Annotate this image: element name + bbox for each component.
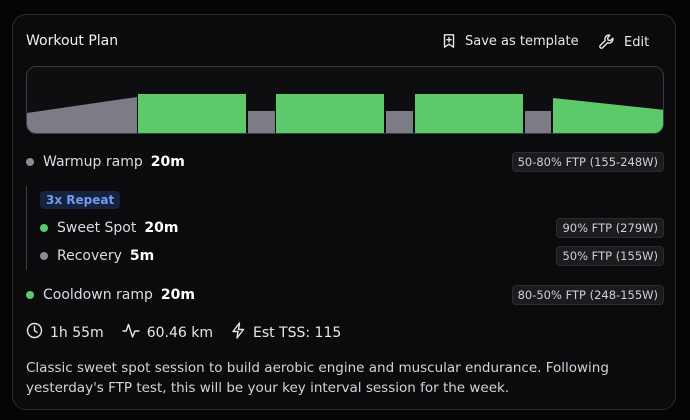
work-dot xyxy=(40,224,48,232)
step-duration: 20m xyxy=(160,287,195,303)
step-duration: 5m xyxy=(129,248,155,264)
step-recovery: Recovery 5m 50% FTP (155W) xyxy=(40,245,664,267)
sweet-spot-block-1 xyxy=(138,94,246,133)
step-label: Sweet Spot xyxy=(57,220,137,236)
step-cooldown: Cooldown ramp 20m 80-50% FTP (248-155W) xyxy=(26,284,664,306)
edit-button[interactable]: Edit xyxy=(598,33,649,51)
workout-profile-chart xyxy=(26,66,664,134)
save-as-template-label: Save as template xyxy=(465,33,579,49)
wrench-icon xyxy=(598,33,616,51)
repeat-badge: 3x Repeat xyxy=(40,191,121,209)
recovery-block-2 xyxy=(386,111,413,133)
step-label: Recovery xyxy=(57,248,122,264)
rest-dot xyxy=(40,252,48,260)
lightning-icon xyxy=(231,322,246,343)
edit-label: Edit xyxy=(624,34,650,50)
bookmark-plus-icon xyxy=(441,33,457,49)
step-label: Warmup ramp xyxy=(43,154,143,170)
tss-value: Est TSS: 115 xyxy=(252,324,342,341)
step-label: Cooldown ramp xyxy=(43,287,153,303)
recovery-block-3 xyxy=(525,111,551,133)
step-target-badge: 50-80% FTP (155-248W) xyxy=(511,152,664,172)
save-as-template-button[interactable]: Save as template xyxy=(441,33,579,49)
warmup-ramp-block xyxy=(27,97,137,133)
duration-value: 1h 55m xyxy=(50,324,104,341)
workout-stats: 1h 55m 60.46 km Est TSS: 115 xyxy=(26,322,359,343)
rest-dot xyxy=(26,158,34,166)
step-duration: 20m xyxy=(144,220,179,236)
step-sweet-spot: Sweet Spot 20m 90% FTP (279W) xyxy=(40,217,664,239)
sweet-spot-block-3 xyxy=(415,94,523,133)
step-target-badge: 80-50% FTP (248-155W) xyxy=(511,285,664,305)
clock-icon xyxy=(26,322,43,343)
distance-value: 60.46 km xyxy=(146,324,213,341)
recovery-block-1 xyxy=(248,111,275,133)
step-duration: 20m xyxy=(150,154,185,170)
work-dot xyxy=(26,291,34,299)
duration-stat: 1h 55m xyxy=(26,322,104,343)
step-warmup: Warmup ramp 20m 50-80% FTP (155-248W) xyxy=(26,151,664,173)
step-target-badge: 50% FTP (155W) xyxy=(556,246,664,266)
sweet-spot-block-2 xyxy=(276,94,384,133)
distance-stat: 60.46 km xyxy=(121,322,213,343)
cooldown-ramp-block xyxy=(553,98,663,133)
workout-description: Classic sweet spot session to build aero… xyxy=(26,360,609,396)
card-title: Workout Plan xyxy=(26,33,119,49)
tss-stat: Est TSS: 115 xyxy=(231,322,341,343)
activity-icon xyxy=(121,322,140,343)
step-target-badge: 90% FTP (279W) xyxy=(556,218,664,238)
repeat-group-line xyxy=(26,186,27,270)
